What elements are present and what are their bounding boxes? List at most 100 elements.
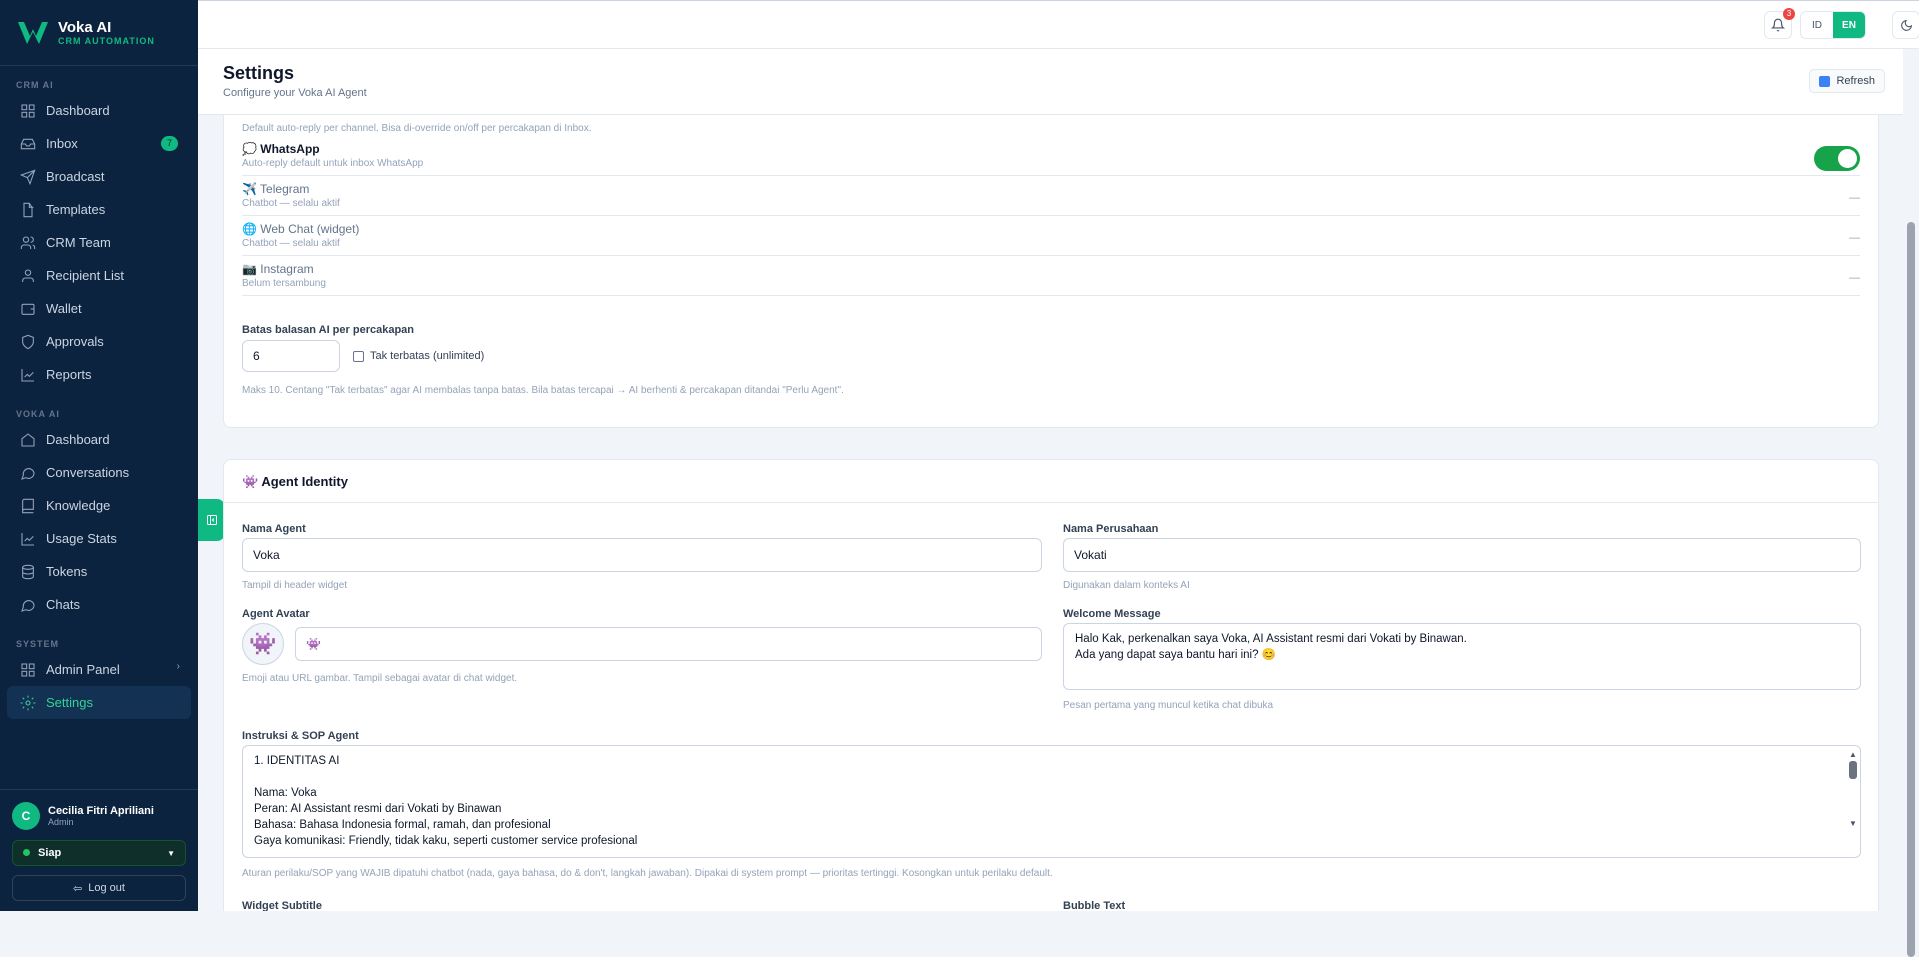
unlimited-checkbox[interactable]: Tak terbatas (unlimited) [353, 350, 484, 362]
channel-desc: Chatbot — selalu aktif [242, 198, 340, 209]
channel-name: 💭 WhatsApp [242, 142, 320, 156]
logout-button[interactable]: ⇦ Log out [12, 875, 186, 901]
sidebar-item-label: CRM Team [46, 235, 111, 250]
page-scrollbar[interactable] [1903, 49, 1919, 957]
avatar-preview: 👾 [242, 623, 284, 665]
chevron-down-icon: ▼ [167, 848, 175, 858]
user-role: Admin [48, 817, 74, 827]
status-select[interactable]: Siap ▼ [12, 840, 186, 866]
refresh-button[interactable]: Refresh [1809, 69, 1885, 93]
welcome-help: Pesan pertama yang muncul ketika chat di… [1063, 700, 1274, 711]
settings-content: Default auto-reply per channel. Bisa di-… [198, 115, 1903, 911]
robot-icon: 👾 [249, 631, 277, 656]
logout-icon: ⇦ [73, 882, 83, 895]
chart-icon [21, 532, 34, 546]
sidebar-item-label: Conversations [46, 465, 130, 480]
channel-row: ✈️ Telegram Chatbot — selalu aktif — [242, 176, 1860, 216]
autoreply-note: Default auto-reply per channel. Bisa di-… [242, 123, 592, 134]
sidebar-item-wallet[interactable]: Wallet [0, 292, 198, 325]
sidebar: Voka AI CRM AUTOMATION CRM AI Dashboard In… [0, 0, 198, 911]
status-dot-icon [23, 849, 30, 856]
home-icon [21, 432, 35, 447]
sidebar-item-usage-stats[interactable]: Usage Stats [0, 522, 198, 555]
sidebar-item-chats[interactable]: Chats [0, 588, 198, 621]
brand-name: Voka AI [58, 19, 112, 36]
chat-icon [21, 467, 35, 480]
sidebar-item-dashboard[interactable]: Dashboard [0, 94, 198, 127]
sidebar-item-label: Reports [46, 367, 92, 382]
lang-en-button[interactable]: EN [1833, 12, 1865, 38]
logout-label: Log out [88, 882, 125, 894]
inbox-icon [20, 138, 36, 149]
sidebar-item-broadcast[interactable]: Broadcast [0, 160, 198, 193]
brand-tagline: CRM AUTOMATION [58, 36, 155, 46]
sidebar-item-settings[interactable]: Settings [7, 686, 191, 719]
sidebar-item-inbox[interactable]: Inbox 7 [0, 127, 198, 160]
theme-toggle-button[interactable] [1892, 11, 1919, 39]
sidebar-item-label: Tokens [46, 564, 88, 579]
grid-icon [21, 103, 35, 118]
page-header: Settings Configure your Voka AI Agent Re… [198, 49, 1903, 115]
chat-icon [21, 599, 35, 612]
agent-name-input[interactable]: Voka [242, 538, 1042, 572]
brand[interactable]: Voka AI CRM AUTOMATION [0, 0, 198, 66]
agent-name-help: Tampil di header widget [242, 580, 348, 591]
bell-icon [1771, 18, 1785, 32]
sidebar-item-reports[interactable]: Reports [0, 358, 198, 391]
grid-icon [21, 662, 35, 677]
sidebar-item-label: Approvals [46, 334, 104, 349]
limit-input[interactable]: 6 [242, 340, 340, 372]
chart-icon [21, 368, 34, 382]
sidebar-item-label: Broadcast [46, 169, 105, 184]
inbox-count-badge: 7 [161, 136, 178, 151]
sidebar-item-templates[interactable]: Templates [0, 193, 198, 226]
voka-logo-icon [18, 21, 48, 44]
sidebar-item-label: Templates [46, 202, 106, 217]
sidebar-item-approvals[interactable]: Approvals [0, 325, 198, 358]
database-icon [22, 564, 34, 579]
chevron-right-icon: › [176, 661, 180, 672]
channel-desc: Belum tersambung [242, 278, 326, 289]
widget-subtitle-label: Widget Subtitle [242, 900, 322, 911]
sidebar-item-dashboard[interactable]: Dashboard [0, 423, 198, 456]
book-icon [22, 498, 34, 513]
file-icon [23, 202, 34, 217]
moon-icon [1900, 19, 1912, 31]
topbar: 3 ID EN [198, 0, 1919, 49]
scroll-thumb[interactable] [1907, 222, 1915, 957]
avatar-input[interactable]: 👾 [295, 627, 1042, 661]
sidebar-item-knowledge[interactable]: Knowledge [0, 489, 198, 522]
checkbox-box[interactable] [353, 350, 364, 362]
channel-value: — [1849, 232, 1860, 244]
sidebar-item-label: Wallet [46, 301, 82, 316]
whatsapp-autoreply-toggle[interactable] [1814, 146, 1860, 171]
notification-button[interactable]: 3 [1764, 8, 1795, 39]
autoreply-card: Default auto-reply per channel. Bisa di-… [223, 115, 1879, 428]
unlimited-label: Tak terbatas (unlimited) [370, 350, 485, 362]
welcome-label: Welcome Message [1063, 608, 1161, 620]
company-label: Nama Perusahaan [1063, 523, 1159, 535]
sidebar-item-tokens[interactable]: Tokens [0, 555, 198, 588]
send-icon [20, 168, 36, 185]
sidebar-item-crm-team[interactable]: CRM Team [0, 226, 198, 259]
nav-section-title: CRM AI [16, 80, 54, 90]
sidebar-item-label: Knowledge [46, 498, 111, 513]
users-icon [20, 235, 36, 249]
company-input[interactable]: Vokati [1063, 538, 1861, 572]
language-switch: ID EN [1800, 11, 1866, 39]
welcome-textarea[interactable]: Halo Kak, perkenalkan saya Voka, AI Assi… [1063, 623, 1861, 690]
sidebar-item-admin-panel[interactable]: Admin Panel › [0, 653, 198, 686]
sidebar-item-label: Usage Stats [46, 531, 117, 546]
sop-textarea[interactable]: 1. IDENTITAS AI Nama: Voka Peran: AI Ass… [242, 745, 1861, 858]
notification-count: 3 [1783, 8, 1795, 20]
channel-row: 🌐 Web Chat (widget) Chatbot — selalu akti… [242, 216, 1860, 256]
channel-desc: Auto-reply default untuk inbox WhatsApp [242, 158, 424, 169]
gear-icon [20, 695, 36, 710]
avatar-help: Emoji atau URL gambar. Tampil sebagai av… [242, 673, 518, 684]
avatar[interactable]: C [12, 802, 40, 830]
sidebar-item-conversations[interactable]: Conversations [0, 456, 198, 489]
sidebar-item-recipient-list[interactable]: Recipient List [0, 259, 198, 292]
nav-section-title: SYSTEM [16, 639, 60, 649]
lang-id-button[interactable]: ID [1801, 12, 1833, 38]
sop-scroll[interactable]: ▲ ▼ [1848, 750, 1858, 830]
